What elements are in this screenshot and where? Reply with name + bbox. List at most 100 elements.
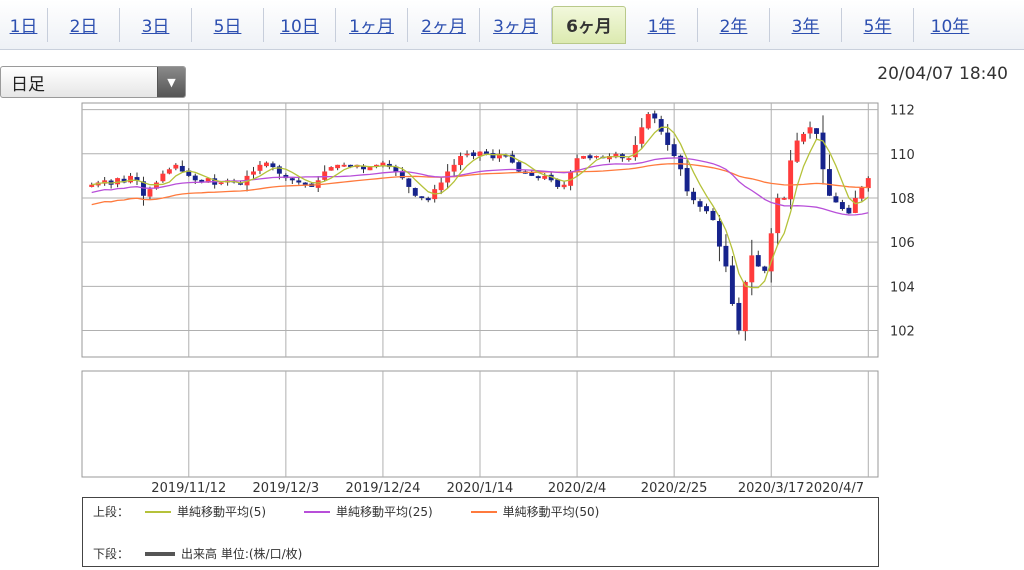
legend-lower-row: 下段： 出来高 単位:(株/口/枚) (93, 545, 302, 562)
candle-body (490, 153, 496, 159)
candle-body (451, 164, 457, 172)
tab-10[interactable]: 1年 (626, 7, 698, 42)
candle-body (839, 202, 845, 210)
candle-body (555, 179, 561, 187)
tab-4[interactable]: 5日 (192, 7, 264, 42)
legend-sma50: 単純移動平均(50) (465, 503, 600, 520)
legend-sma5: 単純移動平均(5) (139, 503, 266, 520)
legend-lower-label: 下段： (93, 547, 130, 561)
tab-8[interactable]: 3ヶ月 (480, 7, 552, 42)
candle-body (419, 196, 425, 198)
candle-body (406, 178, 412, 187)
candle-body (289, 178, 295, 181)
candle-body (425, 198, 431, 201)
candle-body (794, 140, 800, 162)
candle-body (814, 128, 819, 134)
chart-period-select[interactable]: 日足 ▼ (0, 66, 186, 98)
candle-body (535, 176, 541, 179)
candle-body (438, 182, 444, 191)
last-updated-timestamp: 20/04/07 18:40 (877, 64, 1008, 84)
candle-body (115, 178, 121, 185)
tab-3[interactable]: 3日 (120, 7, 192, 42)
candle-body (788, 160, 794, 200)
legend-sma5-label: 単純移動平均(5) (177, 505, 267, 519)
candle-body (296, 180, 302, 183)
candle-body (691, 191, 697, 201)
tab-14[interactable]: 10年 (914, 8, 986, 42)
candle-body (846, 207, 852, 214)
candle-body (587, 155, 593, 159)
candle-body (716, 221, 722, 247)
candle-body (827, 169, 832, 196)
price-chart: 112 110 108 106 104 102 2019/11/12 2019/12/3 201… (81, 102, 915, 496)
y-tick-label: 110 (890, 148, 915, 163)
tab-6[interactable]: 1ヶ月 (336, 7, 408, 42)
candle-body (645, 114, 651, 129)
volume-swatch (145, 551, 176, 556)
candle-body (833, 196, 839, 203)
candle-body (160, 173, 166, 182)
sma50-swatch (470, 510, 497, 513)
sma25-swatch (304, 510, 331, 513)
candle-body (561, 184, 567, 188)
candle-body (542, 175, 548, 179)
tab-7[interactable]: 2ヶ月 (408, 7, 480, 42)
candle-body (723, 245, 729, 267)
legend-sma50-label: 単純移動平均(50) (502, 505, 600, 519)
x-tick-label: 2020/2/4 (548, 481, 606, 496)
candle-body (801, 133, 807, 142)
tab-9[interactable]: 6ヶ月 (552, 5, 626, 44)
y-tick-label: 106 (890, 236, 915, 251)
x-tick-label: 2019/11/12 (151, 481, 226, 496)
candle-body (671, 144, 677, 157)
candle-body (710, 210, 716, 221)
candle-body (807, 127, 813, 134)
candle-body (335, 164, 341, 169)
y-tick-label: 108 (890, 192, 915, 207)
x-tick-label: 2020/3/17 (738, 481, 805, 496)
candle-body (192, 175, 198, 181)
candle-body (251, 171, 256, 175)
candle-body (736, 302, 742, 331)
tab-13[interactable]: 5年 (842, 7, 914, 42)
candle-body (665, 132, 671, 145)
candle-body (322, 171, 328, 180)
candle-body (652, 113, 658, 119)
candle-body (820, 132, 826, 170)
candle-body (697, 201, 703, 207)
sma5-swatch (145, 510, 172, 513)
candle-body (742, 281, 748, 332)
candle-body (658, 119, 664, 132)
x-tick-label: 2019/12/3 (253, 481, 320, 496)
candle-body (218, 182, 224, 185)
x-tick-label: 2020/2/25 (641, 481, 708, 496)
candle-body (762, 266, 768, 271)
x-tick-label: 2019/12/24 (345, 481, 420, 496)
legend-upper-row: 上段： 単純移動平均(5) 単純移動平均(25) 単純移動平均(50) (93, 503, 631, 520)
y-tick-label: 104 (890, 280, 915, 295)
candle-body (464, 153, 470, 156)
chart-legend: 上段： 単純移動平均(5) 単純移動平均(25) 単純移動平均(50) 下段： … (82, 497, 879, 567)
tab-12[interactable]: 3年 (770, 7, 842, 42)
candle-body (412, 188, 418, 196)
tab-2[interactable]: 2日 (48, 7, 120, 42)
candle-body (749, 255, 755, 283)
candle-body (147, 189, 153, 197)
tab-1[interactable]: 1日 (0, 7, 48, 42)
triangle-down-icon[interactable]: ▼ (157, 67, 185, 97)
tab-11[interactable]: 2年 (698, 7, 770, 42)
select-value: 日足 (11, 74, 45, 95)
candle-body (257, 164, 263, 171)
candle-body (328, 167, 334, 171)
legend-sma25-label: 単純移動平均(25) (336, 505, 433, 519)
y-tick-label: 102 (890, 324, 915, 339)
candle-body (755, 255, 761, 267)
candle-body (639, 127, 645, 144)
period-tab-bar: 1日 2日 3日 5日 10日 1ヶ月 2ヶ月 3ヶ月 6ヶ月 1年 2年 3年 5年 10年 (0, 0, 1024, 50)
candle-body (263, 162, 269, 167)
candle-body (128, 175, 133, 183)
x-tick-label: 2020/1/14 (447, 481, 514, 496)
candle-body (484, 151, 489, 154)
legend-upper-label: 上段： (93, 505, 130, 519)
tab-5[interactable]: 10日 (264, 7, 336, 42)
